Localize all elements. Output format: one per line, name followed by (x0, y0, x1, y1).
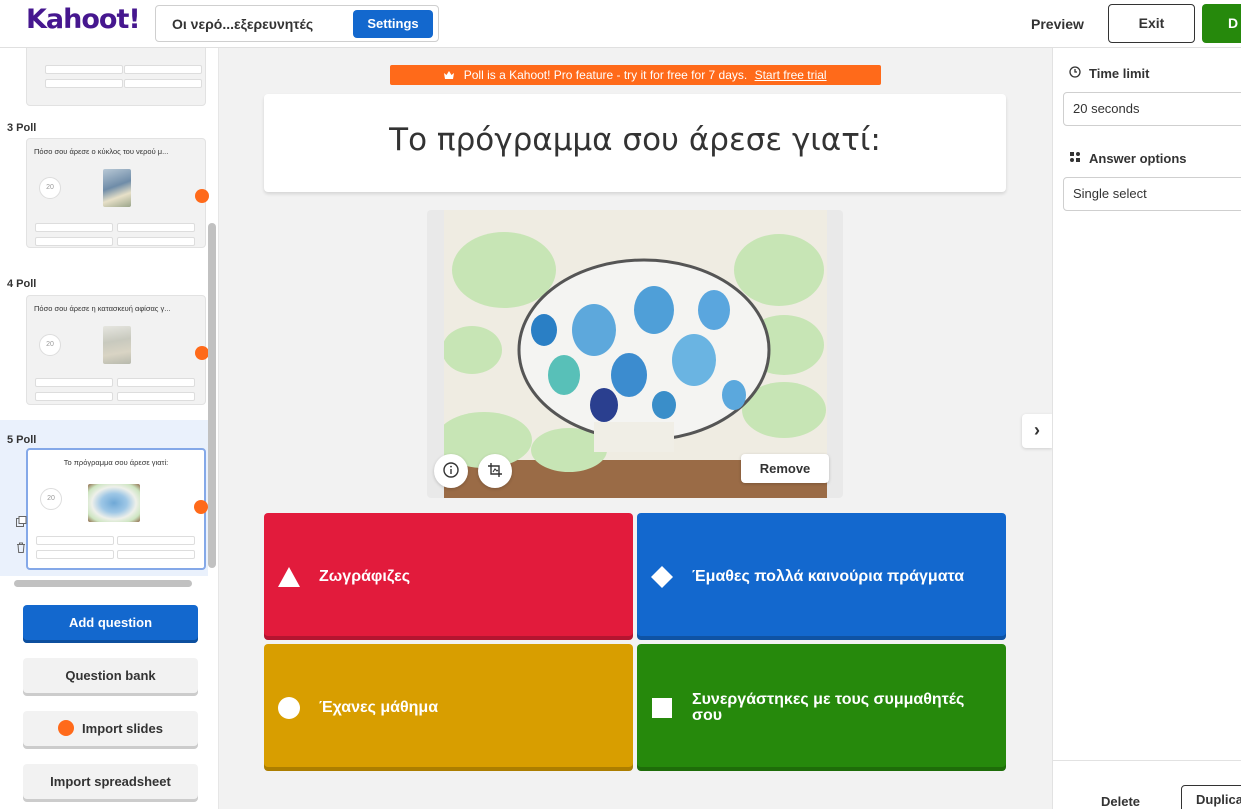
answer-option-4[interactable]: Συνεργάστηκες με τους συμμαθητές σου (637, 644, 1006, 771)
crown-icon (444, 68, 457, 82)
info-icon[interactable] (434, 454, 468, 488)
exit-button[interactable]: Exit (1108, 4, 1195, 43)
question-input[interactable]: Το πρόγραμμα σου άρεσε γιατί: (264, 94, 1006, 192)
settings-button[interactable]: Settings (353, 10, 433, 38)
answer-text-2: Έμαθες πολλά καινούρια πράγματα (692, 567, 965, 585)
import-slides-icon (58, 720, 75, 736)
answer-options-text: Answer options (1089, 151, 1187, 166)
answer-placeholder (117, 237, 195, 246)
question-text: Το πρόγραμμα σου άρεσε γιατί: (389, 122, 881, 158)
add-question-button[interactable]: Add question (23, 605, 198, 643)
kahoot-title-field[interactable]: Οι νερό...εξερευνητές Settings (155, 5, 439, 42)
time-limit-text: Time limit (1089, 66, 1150, 81)
square-icon (652, 697, 672, 718)
slide-label-3: 3 Poll (7, 122, 37, 134)
slide-card-5[interactable]: Το πρόγραμμα σου άρεσε γιατί: 20 (26, 448, 208, 570)
answer-option-1[interactable]: Ζωγράφιζες (264, 513, 633, 640)
pro-badge-icon (195, 346, 209, 360)
answer-placeholder (124, 65, 202, 74)
chevron-right-icon[interactable]: › (1022, 414, 1052, 448)
crop-image-icon[interactable] (478, 454, 512, 488)
slide-card-2[interactable] (26, 48, 206, 106)
answer-placeholder (45, 65, 123, 74)
clock-icon (1069, 66, 1085, 81)
slide-label-4: 4 Poll (7, 278, 37, 290)
time-limit-select[interactable]: 20 seconds (1063, 92, 1241, 126)
done-button[interactable]: D (1202, 4, 1241, 43)
settings-footer: Delete Duplicate (1053, 760, 1241, 809)
kahoot-logo[interactable]: Kahoot! (26, 4, 141, 35)
trash-icon[interactable] (16, 542, 26, 556)
triangle-icon (278, 566, 300, 587)
answer-placeholder (117, 378, 195, 387)
slides-horizontal-scrollbar[interactable] (14, 580, 192, 587)
import-spreadsheet-button[interactable]: Import spreadsheet (23, 764, 198, 802)
slide-time-circle: 20 (39, 334, 61, 356)
slide-time-circle: 20 (39, 177, 61, 199)
settings-panel: Time limit 20 seconds Answer options Sin… (1052, 48, 1241, 809)
answer-placeholder (35, 223, 113, 232)
answer-placeholder (117, 223, 195, 232)
question-bank-button[interactable]: Question bank (23, 658, 198, 696)
top-bar: Kahoot! Οι νερό...εξερευνητές Settings P… (0, 0, 1241, 48)
slide-thumbnail-image (103, 169, 131, 207)
duplicate-button[interactable]: Duplicate (1181, 785, 1241, 809)
remove-media-button[interactable]: Remove (741, 454, 829, 483)
answer-options-label: Answer options (1069, 151, 1187, 166)
answer-placeholder (117, 392, 195, 401)
slide-thumbnail-image (103, 326, 131, 364)
answer-placeholder (35, 392, 113, 401)
pro-badge-icon (195, 189, 209, 203)
answer-text-1: Ζωγράφιζες (319, 567, 411, 585)
time-limit-label: Time limit (1069, 66, 1149, 81)
slide-card-3[interactable]: Πόσο σου άρεσε ο κύκλος του νερού μ... 2… (26, 138, 209, 248)
answer-option-3[interactable]: Έχανες μάθημα (264, 644, 633, 771)
pro-feature-banner: Poll is a Kahoot! Pro feature - try it f… (390, 65, 881, 85)
slide-label-5: 5 Poll (7, 434, 37, 446)
answer-placeholder (35, 378, 113, 387)
slide-thumbnail-image (88, 484, 140, 522)
preview-button[interactable]: Preview (1031, 16, 1084, 32)
slide-question: Πόσο σου άρεσε η κατασκευή αφίσας γ... (34, 304, 171, 313)
answer-placeholder (117, 550, 195, 559)
answer-options-select[interactable]: Single select (1063, 177, 1241, 211)
pro-banner-text: Poll is a Kahoot! Pro feature - try it f… (463, 68, 748, 82)
answer-option-2[interactable]: Έμαθες πολλά καινούρια πράγματα (637, 513, 1006, 640)
answer-placeholder (36, 536, 114, 545)
pro-badge-icon (194, 500, 208, 514)
start-free-trial-link[interactable]: Start free trial (755, 68, 827, 82)
slide-time-circle: 20 (40, 488, 62, 510)
slide-card-4[interactable]: Πόσο σου άρεσε η κατασκευή αφίσας γ... 2… (26, 295, 209, 405)
answer-placeholder (35, 237, 113, 246)
kahoot-title-text: Οι νερό...εξερευνητές (172, 16, 314, 32)
import-slides-label: Import slides (82, 721, 163, 736)
delete-button[interactable]: Delete (1101, 794, 1140, 809)
answer-placeholder (45, 79, 123, 88)
answer-placeholder (36, 550, 114, 559)
answer-text-3: Έχανες μάθημα (319, 698, 439, 716)
import-slides-button[interactable]: Import slides (23, 711, 198, 749)
answer-placeholder (117, 536, 195, 545)
answer-placeholder (124, 79, 202, 88)
slides-list[interactable]: 3 Poll Πόσο σου άρεσε ο κύκλος του νερού… (0, 48, 219, 588)
answer-options-icon (1069, 151, 1085, 166)
slide-question: Πόσο σου άρεσε ο κύκλος του νερού μ... (34, 147, 169, 156)
answer-text-4: Συνεργάστηκες με τους συμμαθητές σου (692, 690, 965, 724)
circle-icon (278, 696, 300, 719)
diamond-icon (651, 565, 673, 588)
slide-question: Το πρόγραμμα σου άρεσε γιατί: (63, 458, 169, 467)
slides-sidebar: 3 Poll Πόσο σου άρεσε ο κύκλος του νερού… (0, 48, 219, 809)
duplicate-icon[interactable] (16, 516, 27, 530)
slides-vertical-scrollbar[interactable] (208, 223, 216, 568)
